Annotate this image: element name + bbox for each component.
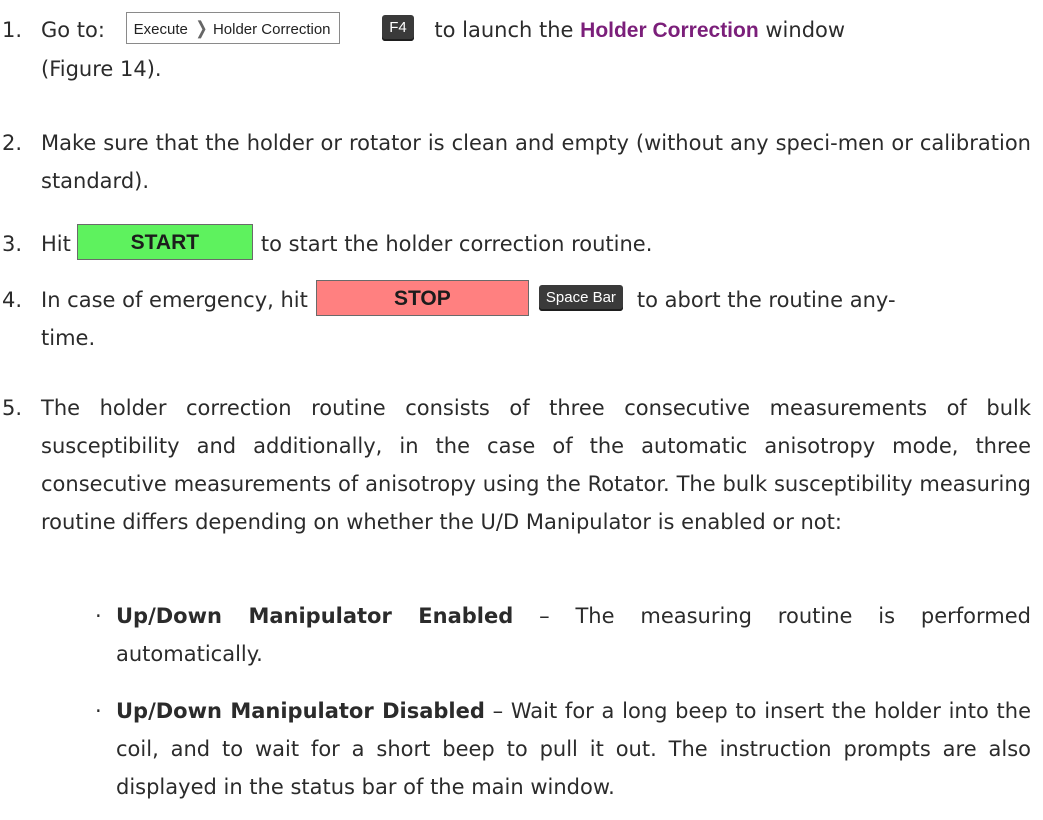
step-number: 4.: [2, 288, 23, 312]
mode-title: Up/Down Manipulator Enabled: [116, 604, 514, 628]
step-number: 3.: [2, 232, 23, 256]
step-4-intro: In case of emergency, hit: [41, 288, 308, 312]
step-number: 2.: [2, 131, 23, 155]
start-button: START: [76, 224, 253, 260]
step-text: Make sure that the holder or rotator is …: [41, 131, 1031, 193]
bullet-icon: ·: [95, 604, 102, 628]
step-text: In case of emergency, hit STOP Space Bar to…: [41, 280, 1031, 357]
menu-item-execute: Execute: [133, 21, 188, 38]
window-name: Holder Correction: [580, 19, 759, 42]
mode-title: Up/Down Manipulator Disabled: [116, 699, 485, 723]
step-3-intro: Hit: [41, 232, 71, 256]
step-number: 1.: [2, 18, 23, 42]
chevron-right-icon: ❯: [195, 18, 208, 38]
step-4-continuation: time.: [41, 326, 96, 350]
step-3-post: to start the holder correction routine.: [260, 232, 653, 256]
stop-button: STOP: [315, 280, 529, 316]
space-bar-key: Space Bar: [538, 285, 623, 311]
step-number: 5.: [2, 396, 23, 420]
bullet-icon: ·: [95, 699, 102, 723]
step-1-post: window: [765, 18, 846, 42]
step-text: Go to: Execute ❯ Holder Correction F4 to l…: [41, 11, 1031, 88]
step-text: Hit START to start the holder correction r…: [41, 224, 1031, 263]
step-text: The holder correction routine consists o…: [41, 396, 1031, 534]
list-item-text: Up/Down Manipulator Enabled – The measur…: [116, 597, 1031, 673]
menu-path: Execute ❯ Holder Correction: [125, 12, 340, 44]
list-item-text: Up/Down Manipulator Disabled – Wait for …: [116, 692, 1031, 806]
step-4-post: to abort the routine any-: [636, 288, 896, 312]
figure-reference: (Figure 14).: [41, 57, 162, 81]
step-1-intro: Go to:: [41, 18, 105, 42]
menu-item-holder-correction: Holder Correction: [212, 21, 331, 38]
step-1-mid: to launch the: [434, 18, 574, 42]
f4-key: F4: [382, 15, 414, 41]
